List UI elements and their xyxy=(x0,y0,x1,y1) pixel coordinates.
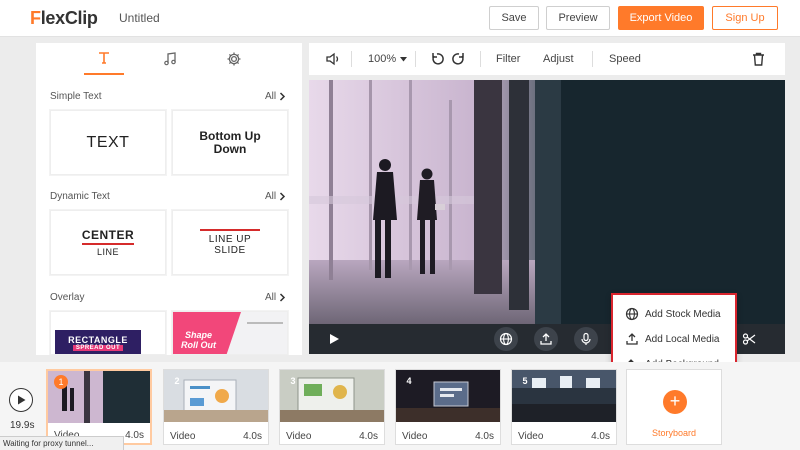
filter-button[interactable]: Filter xyxy=(496,43,520,75)
save-button[interactable]: Save xyxy=(489,6,539,30)
project-title[interactable]: Untitled xyxy=(119,11,160,25)
chevron-right-icon xyxy=(280,192,286,201)
volume-button[interactable] xyxy=(325,43,341,75)
record-voice-button[interactable] xyxy=(574,327,598,351)
scissors-icon xyxy=(742,333,756,345)
upload-icon xyxy=(540,333,552,345)
text-card-text[interactable]: TEXT xyxy=(50,110,166,175)
sign-up-button[interactable]: Sign Up xyxy=(712,6,778,30)
add-local-media-item[interactable]: Add Local Media xyxy=(625,330,720,348)
overlay-card-shape[interactable]: Shape Roll Out xyxy=(172,311,288,355)
tab-settings[interactable] xyxy=(214,43,254,75)
music-icon xyxy=(164,52,176,66)
section-title-dynamic-text: Dynamic Text xyxy=(50,191,110,202)
video-preview[interactable] xyxy=(309,80,785,324)
panel-tabs xyxy=(36,43,302,75)
delete-button[interactable] xyxy=(752,43,765,75)
timeline-clip-1[interactable]: 1 Video 4.0s xyxy=(46,369,152,445)
trash-icon xyxy=(753,52,764,66)
play-button[interactable] xyxy=(322,327,346,351)
speed-button[interactable]: Speed xyxy=(609,43,641,75)
play-icon xyxy=(17,395,25,405)
app-header: FlexClip Untitled Save Preview Export Vi… xyxy=(0,0,800,37)
total-duration: 19.9s xyxy=(10,420,35,431)
video-frame-image xyxy=(309,80,785,324)
redo-button[interactable] xyxy=(452,43,466,75)
status-bar: Waiting for proxy tunnel... xyxy=(0,436,124,450)
speaker-icon xyxy=(326,52,339,66)
all-simple-text-link[interactable]: All xyxy=(265,91,286,102)
text-card-bottom-up-down[interactable]: Bottom Up Down xyxy=(172,110,288,175)
adjust-button[interactable]: Adjust xyxy=(543,43,574,75)
chevron-right-icon xyxy=(280,293,286,302)
text-card-center-line[interactable]: CENTER LINE xyxy=(50,210,166,275)
chevron-right-icon xyxy=(280,92,286,101)
section-title-overlay: Overlay xyxy=(50,292,85,303)
all-overlay-link[interactable]: All xyxy=(265,292,286,303)
microphone-icon xyxy=(581,332,591,345)
text-icon xyxy=(99,52,109,64)
add-stock-media-button[interactable] xyxy=(494,327,518,351)
play-icon xyxy=(330,334,339,344)
split-button[interactable] xyxy=(737,327,761,351)
undo-button[interactable] xyxy=(430,43,444,75)
overlay-card-rectangle[interactable]: RECTANGLE SPREAD OUT xyxy=(50,311,166,355)
storyboard-button[interactable]: + Storyboard xyxy=(626,369,722,445)
plus-icon: + xyxy=(663,390,687,414)
redo-icon xyxy=(452,53,464,65)
export-video-button[interactable]: Export Video xyxy=(618,6,704,30)
timeline-clip-5[interactable]: 5 Video 4.0s xyxy=(511,369,617,445)
section-title-simple-text: Simple Text xyxy=(50,91,102,102)
timeline-clip-3[interactable]: 3 Video 4.0s xyxy=(279,369,385,445)
tab-music[interactable] xyxy=(150,43,190,75)
timeline-clip-2[interactable]: 2 Video 4.0s xyxy=(163,369,269,445)
text-card-line-up-slide[interactable]: LINE UP SLIDE xyxy=(172,210,288,275)
tab-text[interactable] xyxy=(84,43,124,75)
chevron-down-icon xyxy=(400,56,408,61)
preview-button[interactable]: Preview xyxy=(546,6,610,30)
upload-button[interactable] xyxy=(534,327,558,351)
timeline-clip-4[interactable]: 4 Video 4.0s xyxy=(395,369,501,445)
undo-icon xyxy=(432,53,444,65)
all-dynamic-text-link[interactable]: All xyxy=(265,191,286,202)
globe-icon xyxy=(499,332,513,346)
add-stock-media-item[interactable]: Add Stock Media xyxy=(625,305,721,323)
timeline-play-button[interactable] xyxy=(9,388,33,412)
gear-icon xyxy=(227,52,241,66)
globe-icon xyxy=(625,307,639,321)
upload-icon xyxy=(626,333,638,345)
text-library-panel: Simple Text All TEXT Bottom Up Down Dyna… xyxy=(36,43,302,355)
flexclip-logo[interactable]: FlexClip xyxy=(30,8,98,29)
video-toolbar: 100% Filter Adjust Speed xyxy=(309,43,785,75)
zoom-select[interactable]: 100% xyxy=(368,43,408,75)
